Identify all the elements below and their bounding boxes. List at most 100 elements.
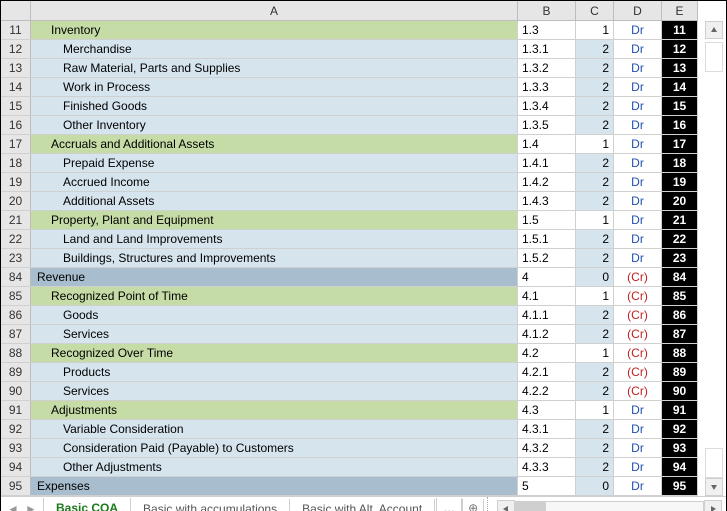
row-header[interactable]: 11 (1, 21, 31, 39)
cell-code[interactable]: 1.4.2 (518, 173, 576, 191)
scroll-right-button[interactable] (704, 500, 722, 511)
cell-level[interactable]: 0 (576, 477, 614, 495)
row-header[interactable]: 84 (1, 268, 31, 286)
cell-rownum[interactable]: 20 (662, 192, 698, 210)
cell-drcr[interactable]: (Cr) (614, 268, 662, 286)
cell-rownum[interactable]: 95 (662, 477, 698, 495)
row-header[interactable]: 93 (1, 439, 31, 457)
cell-rownum[interactable]: 93 (662, 439, 698, 457)
cell-code[interactable]: 4.2.1 (518, 363, 576, 381)
cell-account-name[interactable]: Recognized Over Time (31, 344, 518, 362)
cell-code[interactable]: 1.3.3 (518, 78, 576, 96)
sheet-tab[interactable]: Basic COA (43, 498, 131, 511)
table-row[interactable]: 92Variable Consideration4.3.12Dr92 (1, 420, 698, 439)
col-header-C[interactable]: C (576, 1, 614, 20)
cell-account-name[interactable]: Services (31, 382, 518, 400)
cell-rownum[interactable]: 85 (662, 287, 698, 305)
cell-rownum[interactable]: 16 (662, 116, 698, 134)
cell-rownum[interactable]: 94 (662, 458, 698, 476)
cell-account-name[interactable]: Merchandise (31, 40, 518, 58)
table-row[interactable]: 17Accruals and Additional Assets1.41Dr17 (1, 135, 698, 154)
row-header[interactable]: 88 (1, 344, 31, 362)
row-header[interactable]: 92 (1, 420, 31, 438)
row-header[interactable]: 91 (1, 401, 31, 419)
table-row[interactable]: 20Additional Assets1.4.32Dr20 (1, 192, 698, 211)
cell-level[interactable]: 2 (576, 230, 614, 248)
cell-rownum[interactable]: 11 (662, 21, 698, 39)
cell-level[interactable]: 2 (576, 382, 614, 400)
cell-rownum[interactable]: 19 (662, 173, 698, 191)
cell-code[interactable]: 4 (518, 268, 576, 286)
cell-account-name[interactable]: Services (31, 325, 518, 343)
cell-rownum[interactable]: 84 (662, 268, 698, 286)
cell-drcr[interactable]: Dr (614, 40, 662, 58)
cell-rownum[interactable]: 92 (662, 420, 698, 438)
cell-drcr[interactable]: Dr (614, 135, 662, 153)
cell-code[interactable]: 1.4.3 (518, 192, 576, 210)
cell-drcr[interactable]: Dr (614, 59, 662, 77)
cell-code[interactable]: 1.4 (518, 135, 576, 153)
cell-account-name[interactable]: Raw Material, Parts and Supplies (31, 59, 518, 77)
cell-account-name[interactable]: Land and Land Improvements (31, 230, 518, 248)
cell-level[interactable]: 2 (576, 325, 614, 343)
cell-rownum[interactable]: 91 (662, 401, 698, 419)
cell-rownum[interactable]: 23 (662, 249, 698, 267)
cell-rownum[interactable]: 87 (662, 325, 698, 343)
sheet-tab[interactable]: Basic with Alt. Account (289, 499, 435, 511)
scroll-down-button[interactable] (705, 478, 723, 496)
cell-drcr[interactable]: Dr (614, 78, 662, 96)
cell-rownum[interactable]: 15 (662, 97, 698, 115)
row-header[interactable]: 94 (1, 458, 31, 476)
cell-level[interactable]: 2 (576, 40, 614, 58)
row-header[interactable]: 23 (1, 249, 31, 267)
cell-drcr[interactable]: Dr (614, 211, 662, 229)
cell-level[interactable]: 2 (576, 306, 614, 324)
table-row[interactable]: 88Recognized Over Time4.21(Cr)88 (1, 344, 698, 363)
cell-code[interactable]: 4.1.1 (518, 306, 576, 324)
row-header[interactable]: 85 (1, 287, 31, 305)
cell-drcr[interactable]: Dr (614, 401, 662, 419)
cell-drcr[interactable]: Dr (614, 230, 662, 248)
cell-code[interactable]: 4.3 (518, 401, 576, 419)
tab-more-button[interactable]: … (436, 498, 462, 511)
table-row[interactable]: 93Consideration Paid (Payable) to Custom… (1, 439, 698, 458)
cell-drcr[interactable]: Dr (614, 477, 662, 495)
cell-account-name[interactable]: Buildings, Structures and Improvements (31, 249, 518, 267)
row-header[interactable]: 16 (1, 116, 31, 134)
col-header-B[interactable]: B (518, 1, 576, 20)
cell-code[interactable]: 4.3.3 (518, 458, 576, 476)
table-row[interactable]: 86Goods4.1.12(Cr)86 (1, 306, 698, 325)
row-header[interactable]: 22 (1, 230, 31, 248)
cell-account-name[interactable]: Accruals and Additional Assets (31, 135, 518, 153)
cell-rownum[interactable]: 88 (662, 344, 698, 362)
cell-rownum[interactable]: 90 (662, 382, 698, 400)
cell-code[interactable]: 1.5.1 (518, 230, 576, 248)
table-row[interactable]: 16Other Inventory1.3.52Dr16 (1, 116, 698, 135)
cell-level[interactable]: 2 (576, 59, 614, 77)
table-row[interactable]: 87Services4.1.22(Cr)87 (1, 325, 698, 344)
table-row[interactable]: 15Finished Goods1.3.42Dr15 (1, 97, 698, 116)
tab-prev-button[interactable]: ◄ (5, 501, 21, 511)
table-row[interactable]: 23Buildings, Structures and Improvements… (1, 249, 698, 268)
cell-level[interactable]: 0 (576, 268, 614, 286)
cell-rownum[interactable]: 22 (662, 230, 698, 248)
split-handle-bottom[interactable] (705, 448, 723, 478)
cell-rownum[interactable]: 12 (662, 40, 698, 58)
cell-level[interactable]: 2 (576, 154, 614, 172)
cell-account-name[interactable]: Prepaid Expense (31, 154, 518, 172)
cell-drcr[interactable]: Dr (614, 21, 662, 39)
cell-level[interactable]: 2 (576, 116, 614, 134)
cell-level[interactable]: 2 (576, 420, 614, 438)
cell-rownum[interactable]: 18 (662, 154, 698, 172)
select-all-corner[interactable] (1, 1, 31, 20)
cell-rownum[interactable]: 86 (662, 306, 698, 324)
cell-level[interactable]: 2 (576, 363, 614, 381)
col-header-A[interactable]: A (31, 1, 518, 20)
cell-code[interactable]: 1.4.1 (518, 154, 576, 172)
cell-code[interactable]: 4.3.1 (518, 420, 576, 438)
cell-code[interactable]: 1.3.4 (518, 97, 576, 115)
cell-account-name[interactable]: Other Adjustments (31, 458, 518, 476)
grid-body[interactable]: 11Inventory1.31Dr1112Merchandise1.3.12Dr… (1, 21, 698, 496)
cell-code[interactable]: 4.1 (518, 287, 576, 305)
cell-rownum[interactable]: 17 (662, 135, 698, 153)
